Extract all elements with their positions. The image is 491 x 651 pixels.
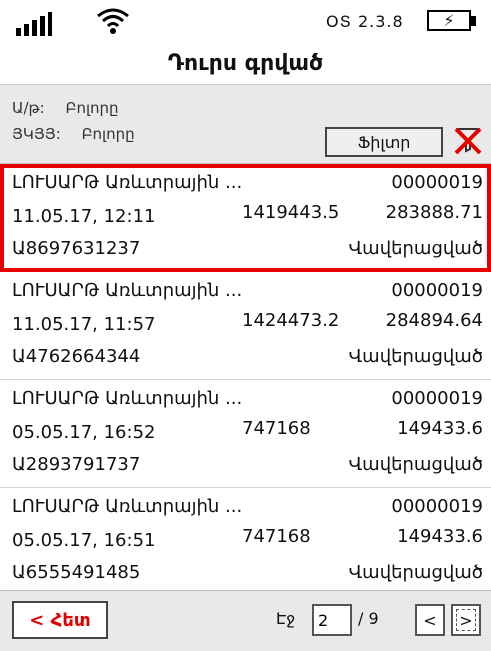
- next-page-button[interactable]: >: [451, 604, 481, 636]
- filter-tin-label: ՅԿՅՅ:: [12, 125, 61, 143]
- item-code: Ա8697631237: [12, 238, 141, 259]
- item-status: Վավերացված: [348, 238, 483, 259]
- item-number: 00000019: [391, 496, 483, 517]
- list-item[interactable]: ԼՈՒՍԱՐԹ Առևտրային ... 00000019 11.05.17,…: [0, 164, 491, 272]
- item-amount-total: 1424473.2: [242, 310, 340, 331]
- item-status: Վավերացված: [348, 562, 483, 583]
- page-total: / 9: [358, 609, 379, 628]
- item-name: ԼՈՒՍԱՐԹ Առևտրային ...: [12, 172, 243, 193]
- item-amount-vat: 149433.6: [397, 418, 483, 439]
- page-label: Էջ: [276, 609, 296, 628]
- app-frame: ՕՏ 2.3.8 ⚡ Դուրս գրված Ա/թ: Բոլորը ՅԿՅՅ:…: [0, 0, 491, 651]
- item-number: 00000019: [391, 172, 483, 193]
- item-datetime: 11.05.17, 11:57: [12, 314, 156, 335]
- prev-page-button[interactable]: <: [415, 604, 445, 636]
- item-name: ԼՈՒՍԱՐԹ Առևտրային ...: [12, 280, 243, 301]
- filter-tin-value: Բոլորը: [81, 125, 135, 143]
- item-datetime: 05.05.17, 16:51: [12, 530, 156, 551]
- version-label: ՕՏ 2.3.8: [326, 12, 404, 31]
- filter-panel: Ա/թ: Բոլորը ՅԿՅՅ: Բոլորը Ֆիլտր: [0, 85, 491, 164]
- item-status: Վավերացված: [348, 454, 483, 475]
- pagination-bar: < Հետ Էջ / 9 < >: [0, 590, 491, 651]
- item-datetime: 05.05.17, 16:52: [12, 422, 156, 443]
- list-item[interactable]: ԼՈՒՍԱՐԹ Առևտրային ... 00000019 05.05.17,…: [0, 380, 491, 488]
- filter-tin-row: ՅԿՅՅ: Բոլորը: [12, 125, 135, 143]
- item-amount-total: 747168: [242, 418, 311, 439]
- clear-filter-icon[interactable]: [454, 125, 482, 155]
- item-number: 00000019: [391, 388, 483, 409]
- filter-date-row: Ա/թ: Բոլորը: [12, 99, 119, 117]
- page-number-input[interactable]: [312, 604, 352, 636]
- item-amount-vat: 149433.6: [397, 526, 483, 547]
- list-item[interactable]: ԼՈՒՍԱՐԹ Առևտրային ... 00000019 05.05.17,…: [0, 488, 491, 596]
- item-code: Ա4762664344: [12, 346, 141, 367]
- item-name: ԼՈՒՍԱՐԹ Առևտրային ...: [12, 388, 243, 409]
- item-amount-total: 1419443.5: [242, 202, 340, 223]
- list-item[interactable]: ԼՈՒՍԱՐԹ Առևտրային ... 00000019 11.05.17,…: [0, 272, 491, 380]
- wifi-icon: [97, 8, 129, 34]
- filter-date-label: Ա/թ:: [12, 99, 45, 117]
- item-datetime: 11.05.17, 12:11: [12, 206, 156, 227]
- invoice-list: ԼՈՒՍԱՐԹ Առևտրային ... 00000019 11.05.17,…: [0, 164, 491, 596]
- item-code: Ա6555491485: [12, 562, 141, 583]
- item-number: 00000019: [391, 280, 483, 301]
- page-title: Դուրս գրված: [0, 42, 491, 85]
- filter-date-value: Բոլորը: [65, 99, 119, 117]
- item-name: ԼՈՒՍԱՐԹ Առևտրային ...: [12, 496, 243, 517]
- battery-icon: ⚡: [427, 10, 471, 31]
- back-button[interactable]: < Հետ: [12, 601, 108, 639]
- item-amount-vat: 283888.71: [385, 202, 483, 223]
- filter-button[interactable]: Ֆիլտր: [325, 127, 443, 157]
- signal-icon: [16, 12, 52, 36]
- status-bar: ՕՏ 2.3.8 ⚡: [0, 0, 491, 42]
- item-code: Ա2893791737: [12, 454, 141, 475]
- battery-tip: [471, 16, 476, 26]
- item-amount-total: 747168: [242, 526, 311, 547]
- item-amount-vat: 284894.64: [385, 310, 483, 331]
- item-status: Վավերացված: [348, 346, 483, 367]
